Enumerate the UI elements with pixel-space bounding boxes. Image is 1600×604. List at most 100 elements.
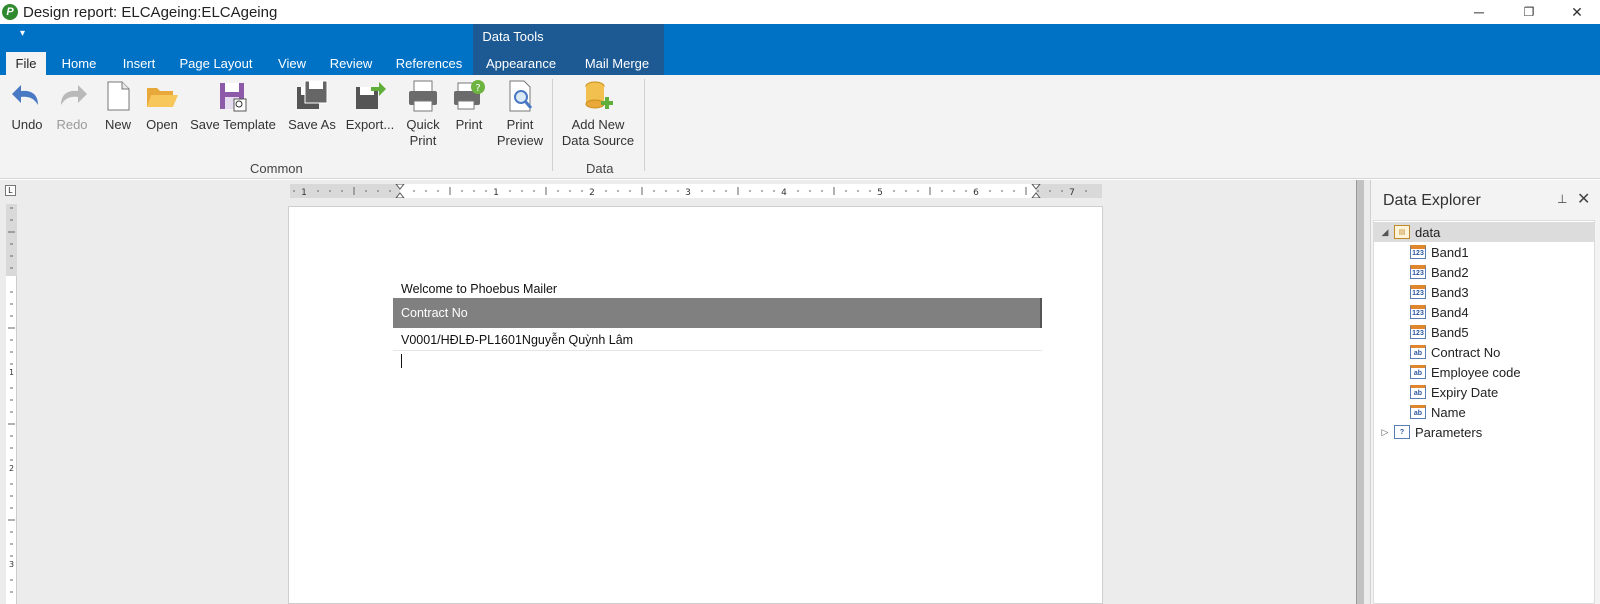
data-tree: ◢ ▤ data 123 Band1 123 Band2 123 Band3 123 B… (1373, 220, 1595, 604)
data-source-icon: ▤ (1394, 225, 1410, 239)
tab-file[interactable]: File (6, 52, 46, 75)
table-band-icon: 123 (1410, 245, 1426, 259)
indent-marker[interactable] (395, 184, 405, 198)
print-preview-button[interactable]: Print Preview (494, 79, 546, 149)
ruler-number: 3 (685, 188, 691, 198)
table-band-icon: 123 (1410, 265, 1426, 279)
expand-arrow-icon[interactable]: ▷ (1380, 427, 1390, 438)
ruler-ticks: 1 2 3 (8, 207, 15, 593)
folder-open-icon (147, 88, 178, 107)
tree-node-data[interactable]: ◢ ▤ data (1374, 222, 1594, 242)
text-field-icon: ab (1410, 385, 1426, 399)
tab-appearance[interactable]: Appearance (480, 52, 562, 75)
add-data-source-icon (585, 81, 613, 109)
undo-button[interactable]: Undo (8, 79, 46, 133)
add-new-data-source-button[interactable]: Add New Data Source (558, 79, 638, 149)
save-as-icon (297, 80, 328, 109)
quick-print-button[interactable]: Quick Print (402, 79, 444, 149)
group-label-data: Data (586, 161, 614, 176)
ruler-number: 4 (781, 188, 787, 198)
tab-home[interactable]: Home (54, 52, 104, 75)
redo-button[interactable]: Redo (52, 79, 92, 133)
table-band-icon: 123 (1410, 305, 1426, 319)
print-icon: ? (454, 80, 485, 110)
tab-review[interactable]: Review (326, 52, 376, 75)
text-field-icon: ab (1410, 345, 1426, 359)
close-button[interactable]: ✕ (1554, 0, 1600, 24)
table-band-icon: 123 (1410, 285, 1426, 299)
export-button[interactable]: Export... (344, 79, 396, 133)
ruler-ticks: 1 1 2 3 4 5 6 7 (293, 184, 1087, 198)
tree-node-contract-no[interactable]: ab Contract No (1410, 342, 1500, 362)
vertical-ruler[interactable]: 1 2 3 (6, 204, 17, 604)
tree-node-name[interactable]: ab Name (1410, 402, 1466, 422)
tree-node-band5[interactable]: 123 Band5 (1410, 322, 1469, 342)
ruler-number: 2 (9, 464, 14, 473)
data-explorer-panel: Data Explorer ⊥ ✕ ◢ ▤ data 123 Band1 123 B… (1370, 180, 1600, 604)
quick-access-dropdown-icon[interactable]: ▾ (20, 28, 25, 39)
welcome-text[interactable]: Welcome to Phoebus Mailer (401, 282, 557, 296)
print-preview-icon (509, 80, 533, 112)
table-row[interactable]: V0001/HĐLĐ-PL1601Nguyễn Quỳnh Lâm (393, 329, 1042, 351)
parameters-icon: ? (1394, 425, 1410, 439)
ruler-number: 5 (877, 188, 883, 198)
text-field-icon: ab (1410, 365, 1426, 379)
panel-title: Data Explorer (1383, 192, 1481, 209)
table-band-icon: 123 (1410, 325, 1426, 339)
tree-node-band3[interactable]: 123 Band3 (1410, 282, 1469, 302)
indent-marker[interactable] (1031, 184, 1041, 198)
group-separator (552, 79, 553, 171)
export-icon (356, 82, 386, 109)
open-button[interactable]: Open (142, 79, 182, 133)
panel-close-button[interactable]: ✕ (1577, 189, 1590, 209)
table-header-cell[interactable]: Contract No (393, 298, 1042, 328)
tree-node-parameters[interactable]: ▷ ? Parameters (1380, 422, 1483, 442)
pin-icon[interactable]: ⊥ (1557, 192, 1567, 206)
context-group-title: Data Tools (482, 29, 544, 44)
quick-print-icon (409, 80, 437, 112)
restore-button[interactable]: ❐ (1506, 0, 1552, 24)
new-button[interactable]: New (100, 79, 136, 133)
ribbon-tab-bar: ▾ Data Tools File Home Insert Page Layou… (0, 24, 1600, 75)
undo-icon (12, 85, 38, 105)
ribbon-panel: Undo Redo New Open Save Template Save As… (0, 75, 1600, 179)
ruler-number: 2 (589, 188, 595, 198)
report-page[interactable]: Welcome to Phoebus Mailer Contract No V0… (288, 206, 1103, 604)
save-as-button[interactable]: Save As (286, 79, 338, 133)
save-template-button[interactable]: Save Template (188, 79, 278, 133)
ruler-number: 1 (9, 368, 14, 377)
save-template-icon (220, 83, 247, 112)
tree-node-band2[interactable]: 123 Band2 (1410, 262, 1469, 282)
group-separator (644, 79, 645, 171)
tree-node-band4[interactable]: 123 Band4 (1410, 302, 1469, 322)
ruler-number: 1 (301, 188, 307, 198)
minimize-button[interactable]: ─ (1456, 0, 1502, 24)
window-title: Design report: ELCAgeing:ELCAgeing (23, 3, 278, 21)
design-surface[interactable]: L 1 1 2 3 4 5 6 7 1 2 3 Welcome to Phoebus Mailer… (0, 180, 1370, 604)
svg-text:?: ? (475, 83, 480, 94)
vertical-scrollbar[interactable] (1356, 180, 1364, 604)
new-document-icon (107, 81, 130, 111)
tab-mail-merge[interactable]: Mail Merge (576, 52, 658, 75)
collapse-arrow-icon[interactable]: ◢ (1380, 227, 1390, 238)
tree-node-band1[interactable]: 123 Band1 (1410, 242, 1469, 262)
tree-node-expiry-date[interactable]: ab Expiry Date (1410, 382, 1498, 402)
ruler-number: 7 (1069, 188, 1075, 198)
ruler-number: 1 (493, 188, 499, 198)
tab-view[interactable]: View (272, 52, 312, 75)
app-logo-icon: P (2, 4, 18, 20)
ruler-number: 3 (9, 560, 14, 569)
title-bar: P Design report: ELCAgeing:ELCAgeing ─ ❐… (0, 0, 1600, 24)
tab-references[interactable]: References (390, 52, 468, 75)
print-button[interactable]: ? Print (450, 79, 488, 133)
tab-page-layout[interactable]: Page Layout (174, 52, 258, 75)
horizontal-ruler[interactable]: 1 1 2 3 4 5 6 7 (290, 184, 1102, 198)
text-cursor (401, 354, 402, 368)
tree-node-employee-code[interactable]: ab Employee code (1410, 362, 1521, 382)
group-label-common: Common (250, 161, 303, 176)
redo-icon (61, 85, 87, 105)
tab-insert[interactable]: Insert (114, 52, 164, 75)
text-field-icon: ab (1410, 405, 1426, 419)
tab-stop-selector[interactable]: L (5, 185, 16, 196)
ruler-number: 6 (973, 188, 979, 198)
